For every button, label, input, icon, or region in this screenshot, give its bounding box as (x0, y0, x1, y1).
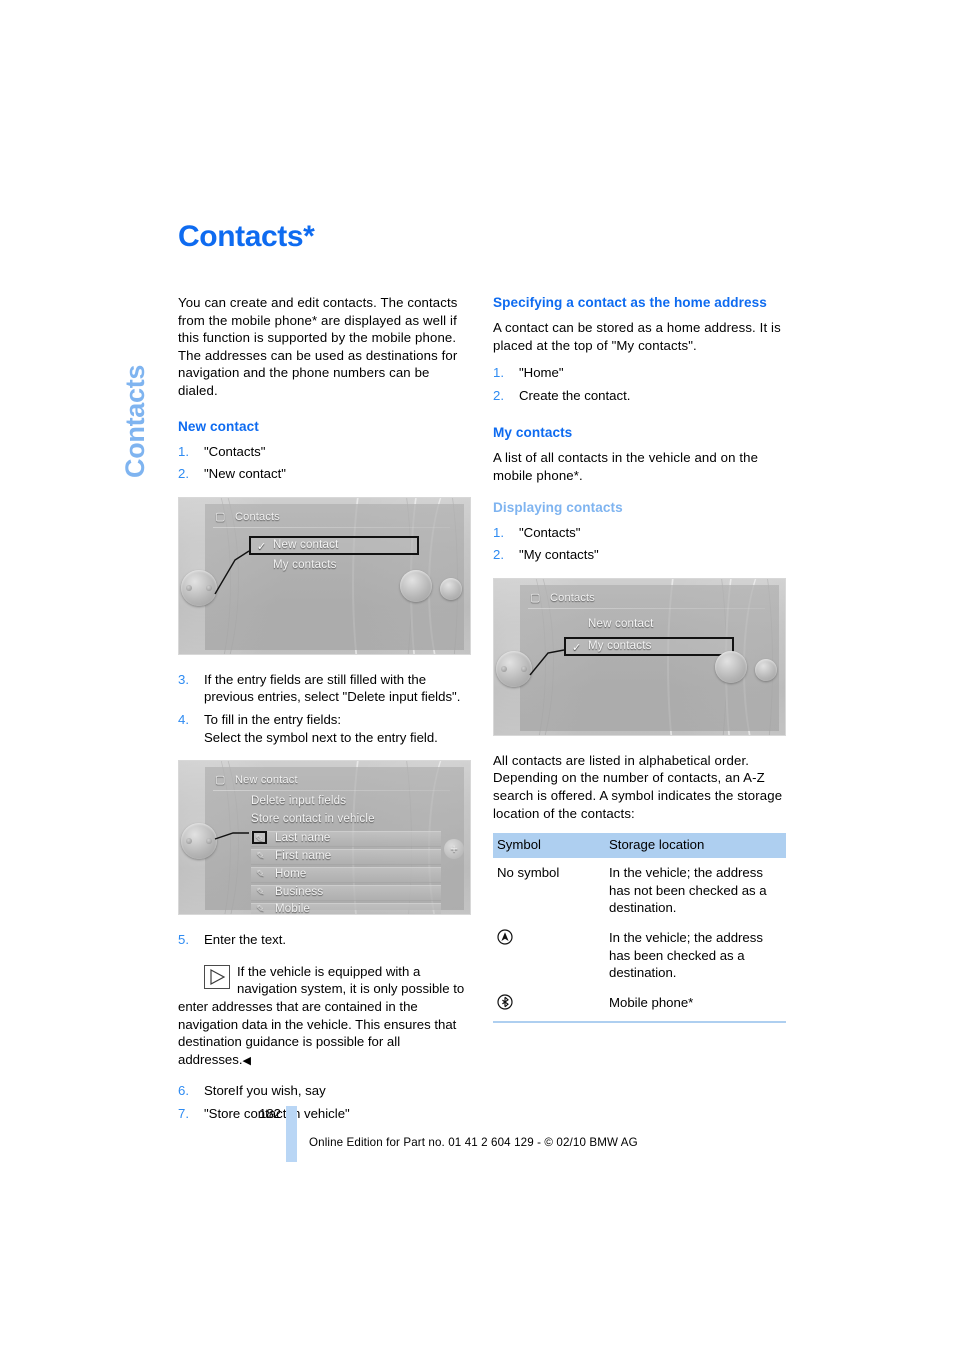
leader-line (214, 550, 250, 595)
my-contacts-paragraph: A list of all contacts in the vehicle an… (493, 450, 759, 483)
cell-storage-location: In the vehicle; the address has been che… (609, 929, 763, 981)
figure-new-contact-screen: ▢ New contact Delete input fields Store … (178, 760, 471, 916)
cell-storage-location: In the vehicle; the address has not been… (609, 865, 767, 916)
table-row: Mobile phone* (493, 987, 786, 1024)
heading-new-contact: New contact (178, 418, 259, 434)
figure-contacts-menu: ▢ Contacts ✓ New contact My contacts (178, 496, 471, 655)
list-item: Create the contact. (493, 387, 631, 404)
figure-my-contacts-menu: ▢ Contacts New contact ✓ My contacts (493, 577, 786, 736)
cell-symbol (493, 923, 605, 988)
two-column-layout: You can create and edit contacts. The co… (178, 294, 786, 1136)
steps-fill-fields: If the entry fields are still filled wit… (178, 671, 471, 746)
list-item: Enter the text. (178, 931, 287, 948)
leader-line (214, 832, 249, 840)
leader-line (529, 649, 565, 676)
table-row: No symbol In the vehicle; the address ha… (493, 858, 786, 923)
left-column: You can create and edit contacts. The co… (178, 294, 471, 1136)
bluetooth-icon (497, 994, 513, 1010)
steps-displaying-contacts: "Contacts" "My contacts" (493, 524, 786, 564)
tip-note: If the vehicle is equipped with a naviga… (178, 963, 471, 1071)
table-header-row: Symbol Storage location (493, 833, 786, 859)
manual-page: Contacts Contacts* You can create and ed… (0, 0, 954, 1350)
page-content: Contacts* You can create and edit contac… (178, 220, 786, 1136)
home-address-paragraph: A contact can be stored as a home addres… (493, 320, 781, 353)
symbol-storage-table: Symbol Storage location No symbol In the… (493, 833, 786, 1024)
list-item: "Home" (493, 364, 564, 381)
steps-enter-text: Enter the text. (178, 931, 471, 949)
cell-storage-location: Mobile phone* (605, 987, 786, 1024)
heading-displaying-contacts: Displaying contacts (493, 499, 623, 515)
intro-paragraph: You can create and edit contacts. The co… (178, 295, 458, 398)
list-item: To fill in the entry fields: Select the … (178, 711, 471, 746)
heading-home-address: Specifying a contact as the home address (493, 295, 767, 310)
cell-symbol (493, 987, 605, 1024)
list-item: If the entry fields are still filled wit… (178, 671, 461, 705)
steps-new-contact: "Contacts" "New contact" (178, 443, 471, 483)
page-footer: 182 Online Edition for Part no. 01 41 2 … (178, 1106, 798, 1162)
list-item: StoreIf you wish, say (178, 1082, 326, 1099)
note-triangle-icon (204, 964, 230, 989)
right-column: Specifying a contact as the home address… (493, 294, 786, 1024)
page-number: 182 (258, 1106, 281, 1121)
imprint-text: Online Edition for Part no. 01 41 2 604 … (309, 1136, 638, 1149)
heading-my-contacts: My contacts (493, 425, 573, 441)
list-item: "New contact" (178, 465, 286, 482)
step-main-text: To fill in the entry fields: (204, 711, 342, 727)
list-item: "Contacts" (493, 524, 581, 541)
table-row: In the vehicle; the address has been che… (493, 923, 786, 988)
chapter-tab: Contacts (120, 364, 150, 478)
steps-home-address: "Home" Create the contact. (493, 364, 786, 404)
list-order-paragraph: All contacts are listed in alphabetical … (493, 752, 783, 821)
step-sub-text: Select the symbol next to the entry fiel… (204, 729, 438, 745)
destination-arrow-icon (497, 929, 513, 945)
column-header-storage-location: Storage location (605, 833, 786, 859)
cell-symbol: No symbol (497, 865, 560, 881)
footer-accent-bar (286, 1106, 297, 1162)
column-header-symbol: Symbol (493, 833, 605, 859)
list-item: "Contacts" (178, 443, 266, 460)
tip-end-mark: ◀ (242, 1054, 251, 1067)
page-title: Contacts* (178, 220, 315, 253)
list-item: "My contacts" (493, 546, 599, 563)
